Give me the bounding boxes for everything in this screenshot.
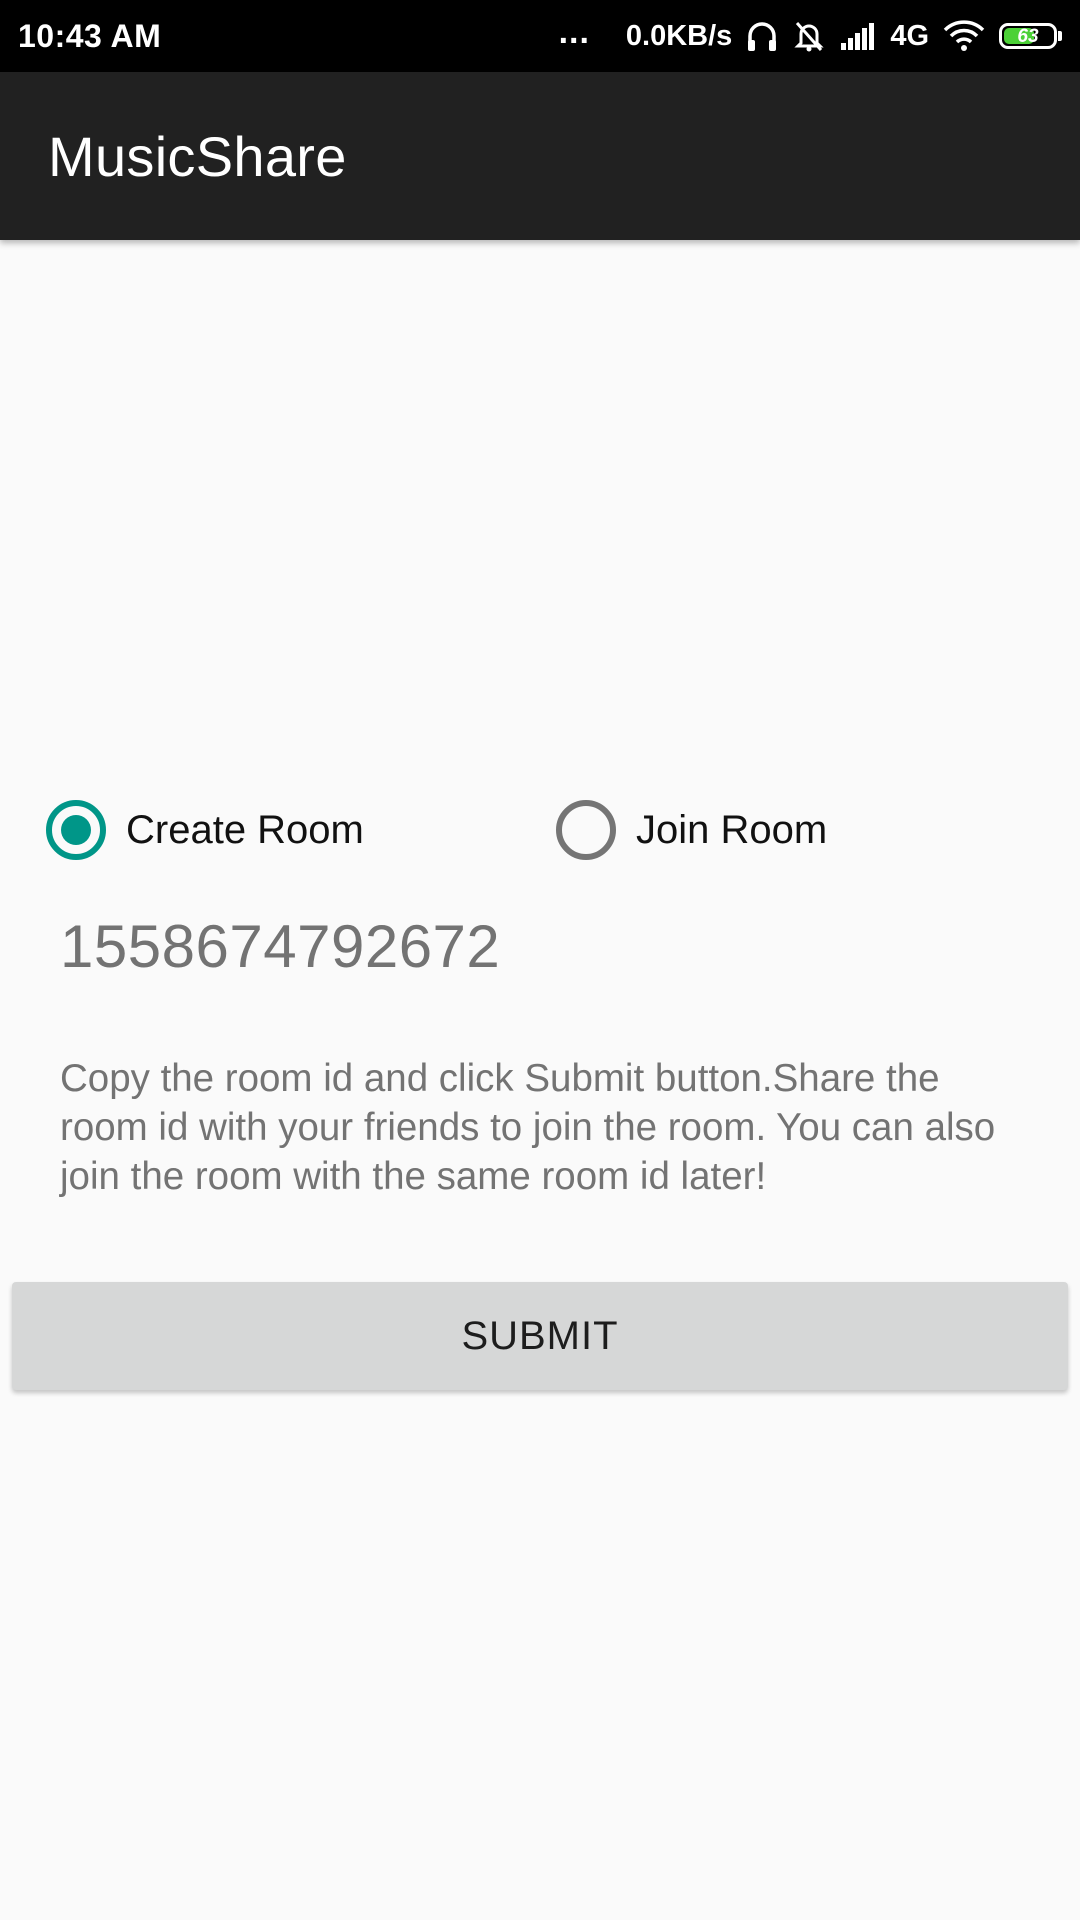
network-speed: 0.0KB/s bbox=[625, 19, 733, 52]
status-indicators: ... 0.0KB/s 4G 63 bbox=[559, 13, 1062, 56]
network-type: 4G bbox=[890, 19, 929, 52]
battery-body: 63 bbox=[999, 23, 1057, 49]
create-room-label[interactable]: Create Room bbox=[126, 808, 364, 853]
more-notifications-icon: ... bbox=[558, 12, 590, 51]
battery-icon: 63 bbox=[999, 23, 1062, 49]
join-room-label[interactable]: Join Room bbox=[636, 808, 827, 853]
submit-button[interactable]: SUBMIT bbox=[12, 1282, 1068, 1390]
screen: 10:43 AM ... 0.0KB/s 4G 63 MusicShare Cr… bbox=[0, 0, 1080, 1920]
app-title: MusicShare bbox=[48, 124, 347, 188]
app-bar: MusicShare bbox=[0, 72, 1080, 240]
battery-level: 63 bbox=[1017, 25, 1039, 47]
radio-dot bbox=[61, 815, 91, 845]
instructions-text: Copy the room id and click Submit button… bbox=[60, 1057, 996, 1198]
room-id-text[interactable]: 1558674792672 bbox=[60, 912, 500, 981]
mute-alarm-icon bbox=[792, 19, 826, 53]
join-room-radio[interactable]: Join Room bbox=[556, 790, 827, 870]
create-room-radio[interactable]: Create Room bbox=[46, 790, 364, 870]
join-room-radio-button[interactable] bbox=[556, 800, 616, 860]
wifi-icon bbox=[943, 20, 985, 52]
headphones-icon bbox=[746, 19, 778, 53]
create-room-radio-button[interactable] bbox=[46, 800, 106, 860]
room-mode-radio-group: Create Room Join Room bbox=[0, 790, 1080, 870]
battery-tip bbox=[1058, 31, 1062, 41]
signal-icon bbox=[840, 21, 876, 51]
status-time: 10:43 AM bbox=[18, 17, 162, 54]
status-bar: 10:43 AM ... 0.0KB/s 4G 63 bbox=[0, 0, 1080, 72]
